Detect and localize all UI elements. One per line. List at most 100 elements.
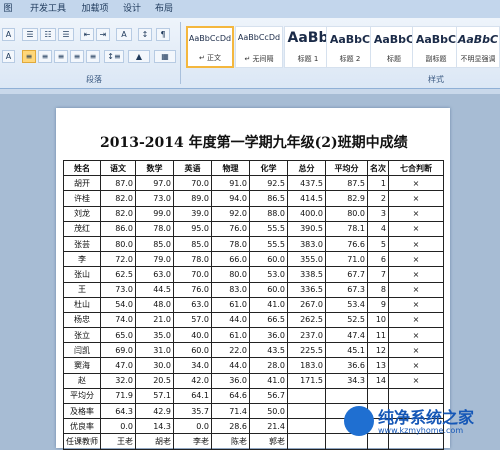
align-left-icon[interactable]: ≡ [22, 50, 36, 63]
table-cell[interactable]: 22.0 [211, 342, 250, 359]
table-cell[interactable]: 9 [367, 296, 389, 313]
table-cell[interactable]: × [388, 205, 444, 222]
table-cell[interactable]: × [388, 190, 444, 207]
table-cell[interactable]: 79.0 [135, 251, 174, 268]
table-cell[interactable]: × [388, 296, 444, 313]
table-cell[interactable]: 78.0 [135, 220, 174, 237]
table-cell[interactable]: 3 [367, 205, 389, 222]
table-cell[interactable]: 李 [63, 251, 101, 268]
table-cell[interactable]: 69.0 [100, 342, 136, 359]
table-cell[interactable]: 55.5 [249, 220, 288, 237]
table-cell[interactable]: 65.0 [100, 327, 136, 344]
table-cell[interactable]: 82.0 [100, 190, 136, 207]
horizontal-ruler[interactable] [0, 89, 500, 94]
table-cell[interactable]: 57.1 [135, 387, 174, 405]
table-cell[interactable]: 郭老 [249, 433, 288, 450]
table-cell[interactable]: 66.5 [249, 311, 288, 329]
table-cell[interactable]: 36.6 [325, 357, 368, 374]
document-title[interactable]: 2013-2014 年度第一学期九年级(2)班期中成绩 [100, 132, 408, 152]
tab-developer[interactable]: 开发工具 [28, 2, 68, 18]
header-cell[interactable]: 名次 [367, 159, 389, 177]
table-cell[interactable]: 6 [367, 251, 389, 268]
table-cell[interactable]: 王老 [100, 433, 136, 450]
table-cell[interactable]: 56.7 [249, 387, 288, 405]
table-cell[interactable]: 28.0 [249, 357, 288, 374]
table-cell[interactable]: 1 [367, 175, 389, 192]
table-cell[interactable]: 390.5 [287, 220, 326, 237]
table-cell[interactable]: 20.5 [135, 372, 174, 389]
table-cell[interactable]: 64.3 [100, 402, 136, 420]
table-cell[interactable]: 52.5 [325, 311, 368, 329]
table-cell[interactable]: 225.5 [287, 342, 326, 359]
tab-layout[interactable]: 布局 [150, 2, 178, 18]
table-cell[interactable]: 28.6 [211, 418, 250, 435]
table-cell[interactable]: 44.0 [211, 311, 250, 329]
align-center-icon[interactable]: ≡ [38, 50, 52, 63]
table-cell[interactable]: 72.0 [100, 251, 136, 268]
table-cell[interactable]: 张立 [63, 327, 101, 344]
table-cell[interactable]: 383.0 [287, 235, 326, 253]
table-cell[interactable]: 60.0 [249, 251, 288, 268]
tab-design[interactable]: 设计 [118, 2, 146, 18]
table-cell[interactable]: × [388, 281, 444, 298]
table-cell[interactable]: 94.0 [211, 190, 250, 207]
show-marks-icon[interactable]: ¶ [156, 28, 170, 41]
table-cell[interactable]: 31.0 [135, 342, 174, 359]
table-cell[interactable]: 张山 [63, 266, 101, 283]
table-cell[interactable]: 任课教师 [63, 433, 101, 450]
table-cell[interactable]: 355.0 [287, 251, 326, 268]
table-cell[interactable]: 92.0 [211, 205, 250, 222]
align-right-icon[interactable]: ≡ [54, 50, 68, 63]
header-cell[interactable]: 姓名 [63, 159, 101, 177]
table-cell[interactable]: 8 [367, 281, 389, 298]
table-cell[interactable]: 48.0 [135, 296, 174, 313]
table-cell[interactable]: 73.0 [135, 190, 174, 207]
borders-icon[interactable]: ▦ [154, 50, 176, 63]
table-cell[interactable]: 42.9 [135, 402, 174, 420]
table-cell[interactable]: 78.0 [173, 251, 212, 268]
table-cell[interactable]: 76.0 [211, 220, 250, 237]
table-cell[interactable]: 78.1 [325, 220, 368, 237]
font-dialog-icon[interactable]: A [2, 28, 15, 41]
table-cell[interactable]: 4 [367, 220, 389, 237]
table-cell[interactable]: 10 [367, 311, 389, 329]
table-cell[interactable]: 35.7 [173, 402, 212, 420]
tab-picture[interactable]: 图 [0, 2, 16, 18]
table-cell[interactable]: 王 [63, 281, 101, 298]
table-cell[interactable]: 99.0 [135, 205, 174, 222]
table-cell[interactable]: 171.5 [287, 372, 326, 389]
table-cell[interactable]: 87.0 [100, 175, 136, 192]
table-cell[interactable]: 11 [367, 327, 389, 344]
table-cell[interactable]: 70.0 [173, 175, 212, 192]
table-cell[interactable]: 60.0 [173, 342, 212, 359]
table-cell[interactable]: 43.5 [249, 342, 288, 359]
table-cell[interactable]: 71.0 [325, 251, 368, 268]
table-cell[interactable]: 34.0 [173, 357, 212, 374]
table-cell[interactable]: × [388, 220, 444, 237]
table-cell[interactable]: 61.0 [211, 296, 250, 313]
table-cell[interactable]: 及格率 [63, 402, 101, 420]
header-cell[interactable]: 物理 [211, 159, 250, 177]
table-cell[interactable]: 21.4 [249, 418, 288, 435]
sort-icon[interactable]: ↕ [138, 28, 152, 41]
header-cell[interactable]: 数学 [135, 159, 174, 177]
header-cell[interactable]: 平均分 [325, 159, 368, 177]
table-cell[interactable]: 42.0 [173, 372, 212, 389]
table-cell[interactable]: 237.0 [287, 327, 326, 344]
table-cell[interactable]: 88.0 [249, 205, 288, 222]
table-cell[interactable]: 优良率 [63, 418, 101, 435]
table-cell[interactable]: 30.0 [135, 357, 174, 374]
table-cell[interactable]: 32.0 [100, 372, 136, 389]
table-cell[interactable]: × [388, 372, 444, 389]
table-cell[interactable]: 437.5 [287, 175, 326, 192]
table-cell[interactable]: 53.4 [325, 296, 368, 313]
table-cell[interactable]: 95.0 [173, 220, 212, 237]
table-cell[interactable]: 5 [367, 235, 389, 253]
table-cell[interactable]: 闫凯 [63, 342, 101, 359]
table-cell[interactable]: 14.3 [135, 418, 174, 435]
table-cell[interactable]: 赵 [63, 372, 101, 389]
table-cell[interactable]: 80.0 [211, 266, 250, 283]
justify-icon[interactable]: ≡ [70, 50, 84, 63]
table-cell[interactable]: × [388, 357, 444, 374]
table-cell[interactable]: × [388, 327, 444, 344]
